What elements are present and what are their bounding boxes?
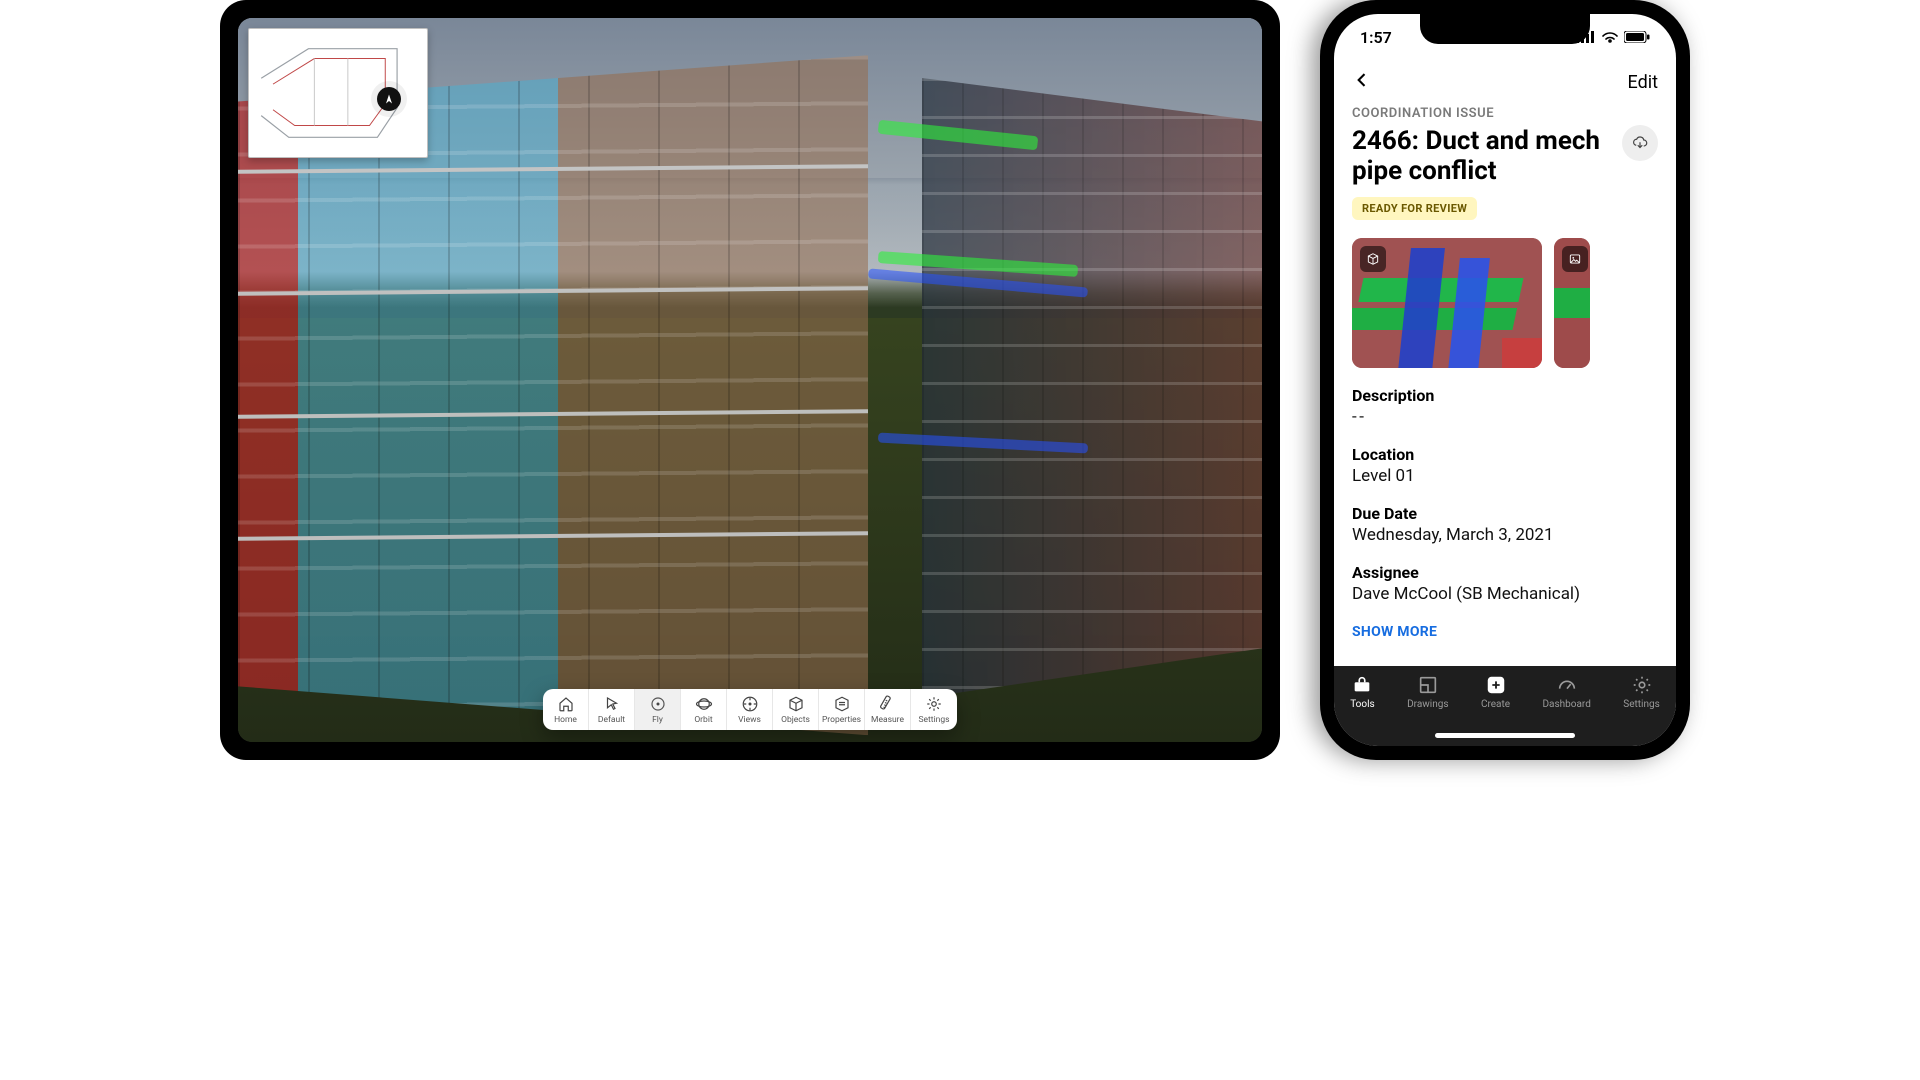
tool-home[interactable]: Home — [543, 689, 589, 730]
orbit-icon — [695, 695, 713, 713]
tab-create[interactable]: Create — [1481, 674, 1510, 710]
edit-button[interactable]: Edit — [1628, 72, 1658, 93]
due-date-value: Wednesday, March 3, 2021 — [1352, 525, 1658, 545]
tab-drawings[interactable]: Drawings — [1407, 674, 1448, 710]
minimap[interactable] — [248, 28, 428, 158]
measure-icon — [879, 695, 897, 713]
assignee-section: Assignee Dave McCool (SB Mechanical) — [1352, 563, 1658, 604]
cloud-download-icon — [1631, 134, 1649, 152]
tool-label: Fly — [652, 715, 663, 725]
fly-icon — [649, 695, 667, 713]
attachment-thumbnails — [1352, 238, 1658, 368]
issue-type-eyebrow: COORDINATION ISSUE — [1352, 106, 1658, 121]
tool-views[interactable]: Views — [727, 689, 773, 730]
tool-label: Orbit — [694, 715, 712, 725]
tab-label: Dashboard — [1542, 699, 1590, 710]
minimap-position-indicator[interactable] — [377, 87, 401, 111]
tool-default[interactable]: Default — [589, 689, 635, 730]
tool-label: Home — [554, 715, 577, 725]
show-more-button[interactable]: SHOW MORE — [1352, 624, 1658, 640]
toolbox-icon — [1351, 674, 1373, 696]
due-date-section: Due Date Wednesday, March 3, 2021 — [1352, 504, 1658, 545]
home-indicator[interactable] — [1435, 733, 1575, 738]
back-button[interactable] — [1352, 70, 1372, 94]
location-section: Location Level 01 — [1352, 445, 1658, 486]
tab-settings[interactable]: Settings — [1623, 674, 1660, 710]
gear-icon — [925, 695, 943, 713]
chevron-left-icon — [1352, 70, 1372, 90]
phone-notch — [1420, 14, 1590, 44]
assignee-label: Assignee — [1352, 563, 1658, 582]
status-time: 1:57 — [1360, 28, 1392, 47]
plus-icon — [1485, 674, 1507, 696]
issue-title: 2466: Duct and mech pipe conflict — [1352, 127, 1614, 187]
tool-label: Objects — [781, 715, 810, 725]
assignee-value[interactable]: Dave McCool (SB Mechanical) — [1352, 584, 1658, 604]
home-icon — [557, 695, 575, 713]
tab-label: Drawings — [1407, 699, 1448, 710]
attachment-thumb-model[interactable] — [1352, 238, 1542, 368]
tablet-frame: Home Default Fly Orbit Views — [220, 0, 1280, 760]
viewer-toolbar: Home Default Fly Orbit Views — [543, 689, 957, 730]
nav-row: Edit — [1334, 60, 1676, 104]
gauge-icon — [1556, 674, 1578, 696]
tool-objects[interactable]: Objects — [773, 689, 819, 730]
phone-frame: 1:57 Edit COORDINATION ISSUE 2466: Duct … — [1320, 0, 1690, 760]
properties-icon — [833, 695, 851, 713]
tab-tools[interactable]: Tools — [1350, 674, 1374, 710]
phone-screen: 1:57 Edit COORDINATION ISSUE 2466: Duct … — [1334, 14, 1676, 746]
description-section: Description -- — [1352, 386, 1658, 427]
tool-label: Views — [738, 715, 761, 725]
drawings-icon — [1417, 674, 1439, 696]
tool-properties[interactable]: Properties — [819, 689, 865, 730]
location-value: Level 01 — [1352, 466, 1658, 486]
tab-label: Tools — [1350, 699, 1374, 710]
location-label: Location — [1352, 445, 1658, 464]
tool-measure[interactable]: Measure — [865, 689, 911, 730]
tool-settings[interactable]: Settings — [911, 689, 957, 730]
model-viewer-screen: Home Default Fly Orbit Views — [238, 18, 1262, 742]
image-icon — [1562, 246, 1588, 272]
views-icon — [741, 695, 759, 713]
tool-label: Measure — [871, 715, 904, 725]
status-badge: READY FOR REVIEW — [1352, 197, 1477, 220]
battery-icon — [1624, 31, 1650, 43]
tool-label: Settings — [918, 715, 949, 725]
attachment-thumb-image[interactable] — [1554, 238, 1590, 368]
tab-dashboard[interactable]: Dashboard — [1542, 674, 1590, 710]
wifi-icon — [1601, 31, 1619, 43]
tool-label: Properties — [822, 715, 861, 725]
cursor-icon — [603, 695, 621, 713]
description-label: Description — [1352, 386, 1658, 405]
issue-content: COORDINATION ISSUE 2466: Duct and mech p… — [1334, 104, 1676, 666]
tab-label: Create — [1481, 699, 1510, 710]
cube-icon — [1360, 246, 1386, 272]
tool-orbit[interactable]: Orbit — [681, 689, 727, 730]
description-value: -- — [1352, 407, 1658, 427]
tab-label: Settings — [1623, 699, 1660, 710]
tool-fly[interactable]: Fly — [635, 689, 681, 730]
objects-icon — [787, 695, 805, 713]
gear-icon — [1631, 674, 1653, 696]
export-button[interactable] — [1622, 125, 1658, 161]
tool-label: Default — [598, 715, 625, 725]
due-date-label: Due Date — [1352, 504, 1658, 523]
